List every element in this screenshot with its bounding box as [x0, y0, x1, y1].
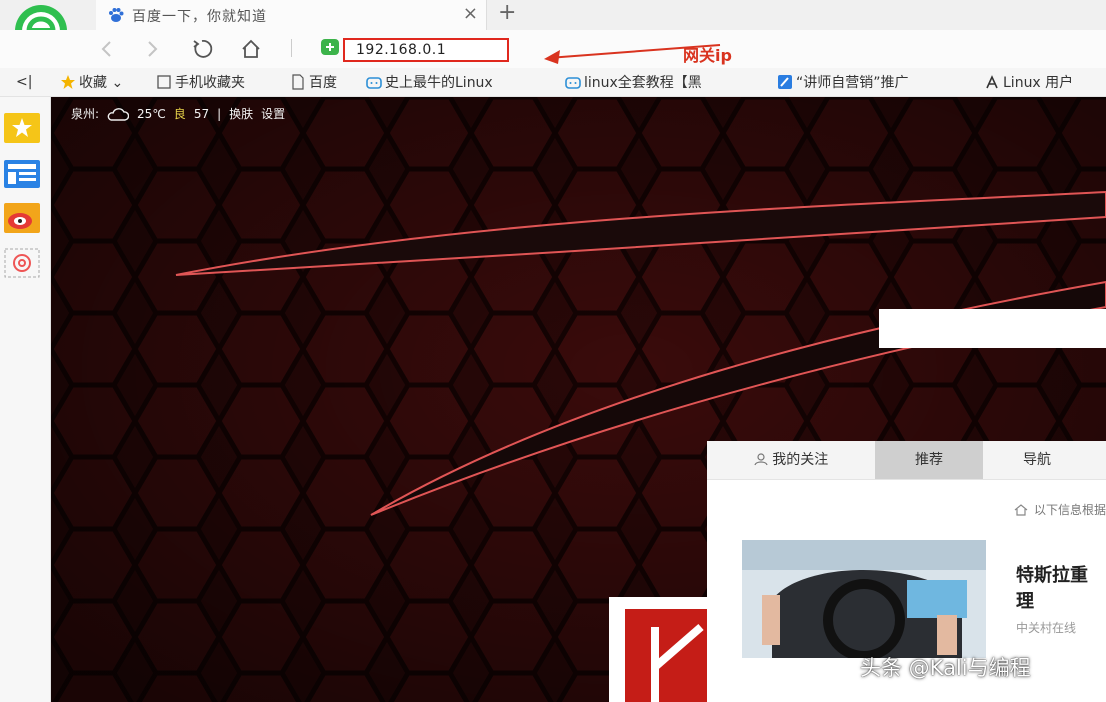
browser-page: 泉州: 25℃ 良 57 | 换肤 设置 我的关注 推荐 导航 以下信息根据 特… [51, 97, 1106, 702]
bookmark-label: 手机收藏夹 [175, 75, 245, 91]
bookmark-label: Linux 用户 [1003, 75, 1074, 91]
search-input[interactable] [879, 309, 1106, 348]
back-icon[interactable] [96, 38, 118, 60]
tab-navigation[interactable]: 导航 [983, 441, 1091, 479]
weather-aqi: 57 [193, 106, 210, 121]
settings-link[interactable]: 设置 [261, 105, 285, 122]
star-icon [61, 75, 75, 89]
tab-my-follows[interactable]: 我的关注 [707, 441, 875, 479]
feed-notice: 以下信息根据 [1014, 501, 1106, 518]
news-icon[interactable] [4, 159, 40, 189]
tab-label: 推荐 [915, 452, 943, 468]
tab-label: 导航 [1023, 452, 1051, 468]
phone-icon [157, 75, 171, 89]
tab-recommend[interactable]: 推荐 [875, 441, 983, 479]
bookmark-label: 史上最牛的Linux [385, 75, 493, 91]
tab-baidu[interactable]: 百度一下，你就知道 × [96, 0, 487, 30]
weibo-icon[interactable] [4, 203, 40, 233]
article-title-line: 特斯拉重 [1016, 565, 1088, 586]
weather-city: 泉州: [71, 107, 100, 121]
article-title-line: 理 [1016, 591, 1034, 612]
tab-label: 我的关注 [772, 452, 829, 468]
edit-icon [778, 75, 792, 89]
tab-close-button[interactable]: × [463, 3, 478, 24]
address-text: 192.168.0.1 [356, 42, 447, 58]
baidu-paw-icon [109, 8, 124, 22]
bookmarks-bar: <| 收藏 ⌄ 手机收藏夹 百度 史上最牛的Linux linux全套教程【黑 … [0, 68, 1106, 97]
watermark: 头条 @Kali与编程 [860, 656, 1031, 680]
bookmark-linux-user[interactable]: Linux 用户 [984, 72, 1073, 92]
bookmark-label: “讲师自营销”推广 [796, 75, 909, 91]
favorites-star-icon[interactable] [4, 113, 40, 143]
user-icon [754, 453, 768, 466]
home-small-icon [1014, 503, 1028, 516]
bookmarks-collapse-button[interactable]: <| [16, 72, 32, 92]
bookmark-promo[interactable]: “讲师自营销”推广 [777, 72, 909, 92]
bookmark-label: linux全套教程【黑 [584, 75, 702, 91]
bilibili-icon [565, 77, 581, 89]
bookmark-linux-tutorial[interactable]: linux全套教程【黑 [565, 72, 702, 92]
bookmark-mobile-favorites[interactable]: 手机收藏夹 [156, 72, 245, 92]
weather-temp: 25℃ [137, 106, 166, 121]
bilibili-icon [366, 77, 382, 89]
toolbar-divider [291, 39, 292, 57]
weather-bar: 泉州: 25℃ 良 57 | 换肤 设置 [71, 105, 285, 122]
page-icon [292, 74, 304, 90]
tab-bar: 百度一下，你就知道 × + [0, 0, 1106, 57]
annotation-label: 网关ip [683, 46, 732, 65]
skin-link[interactable]: 换肤 [229, 105, 253, 122]
article-source: 中关村在线 [1016, 621, 1077, 635]
article-thumbnail[interactable] [742, 540, 986, 658]
refresh-icon[interactable] [191, 38, 213, 60]
navigation-bar: 192.168.0.1 网关ip [0, 30, 1106, 68]
address-bar[interactable]: 192.168.0.1 [343, 38, 509, 62]
tab-title: 百度一下，你就知道 [132, 9, 267, 25]
mail-icon[interactable] [4, 248, 40, 278]
home-icon[interactable] [240, 38, 262, 60]
linux-icon [986, 75, 998, 89]
forward-icon[interactable] [141, 38, 163, 60]
feed-notice-text: 以下信息根据 [1033, 503, 1106, 517]
sidebar [0, 97, 51, 702]
weather-separator: | [217, 106, 222, 121]
feed-tabs: 我的关注 推荐 导航 [707, 441, 1106, 480]
weather-aqi-label: 良 [173, 107, 186, 121]
bookmark-label: 百度 [309, 75, 337, 91]
new-tab-button[interactable]: + [498, 0, 516, 25]
bookmark-baidu[interactable]: 百度 [290, 72, 337, 92]
weather-cloud-icon [107, 107, 130, 121]
bookmark-label: <| [16, 74, 33, 90]
bookmark-label: 收藏 ⌄ [79, 75, 124, 91]
shield-plus-icon[interactable] [321, 39, 339, 55]
article-title[interactable]: 特斯拉重 理 [1016, 563, 1106, 615]
bookmark-favorites[interactable]: 收藏 ⌄ [60, 72, 123, 92]
bookmark-linux-video[interactable]: 史上最牛的Linux [366, 72, 493, 92]
